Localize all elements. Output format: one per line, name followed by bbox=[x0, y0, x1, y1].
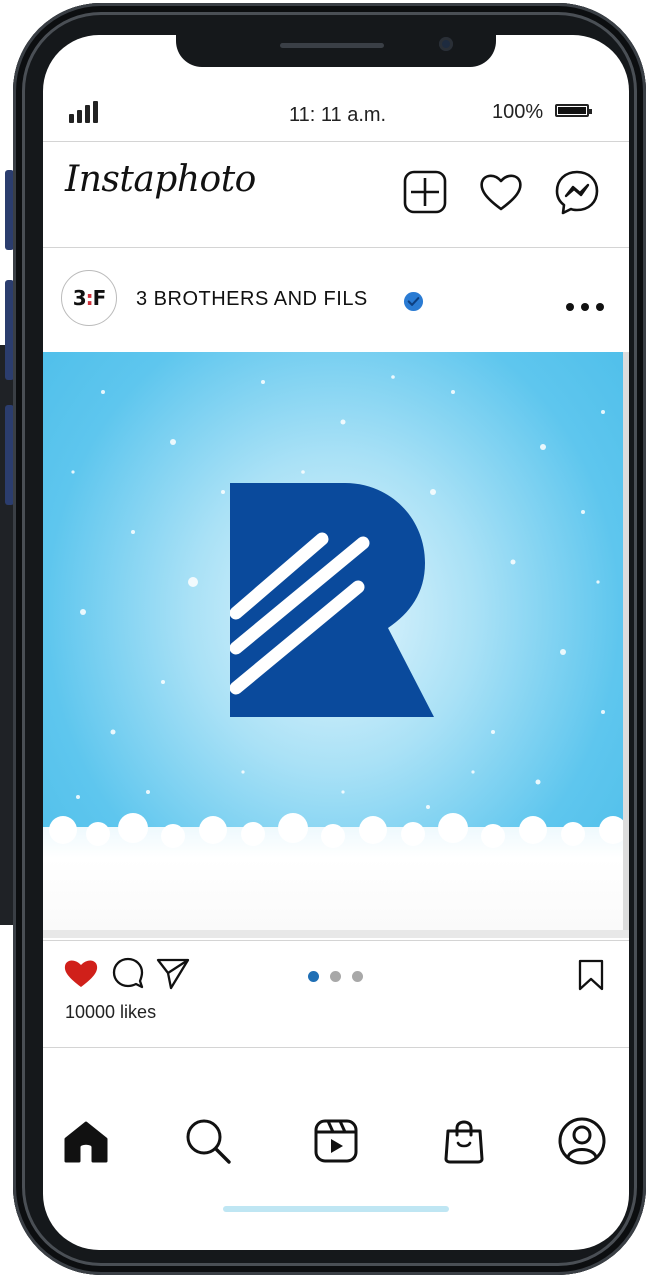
avatar[interactable]: 3:F bbox=[61, 270, 117, 326]
carousel-dot-active[interactable] bbox=[308, 971, 319, 982]
verified-badge-icon bbox=[403, 291, 424, 312]
snow-crystals-decoration bbox=[49, 813, 623, 848]
search-icon[interactable] bbox=[182, 1115, 234, 1167]
carousel-dot[interactable] bbox=[330, 971, 341, 982]
avatar-text: F bbox=[92, 286, 107, 310]
home-indicator[interactable] bbox=[223, 1206, 449, 1212]
reels-icon[interactable] bbox=[310, 1115, 362, 1167]
heart-icon[interactable] bbox=[477, 168, 525, 216]
battery-percentage: 100% bbox=[492, 101, 544, 123]
brand-logo bbox=[230, 483, 434, 717]
avatar-text: : bbox=[85, 286, 94, 310]
like-heart-icon[interactable] bbox=[63, 957, 99, 989]
carousel-dot[interactable] bbox=[352, 971, 363, 982]
more-options-icon[interactable] bbox=[563, 299, 607, 315]
bookmark-icon[interactable] bbox=[577, 958, 605, 992]
status-time: 11: 11 a.m. bbox=[289, 104, 387, 126]
comment-icon[interactable] bbox=[111, 956, 145, 990]
image-border bbox=[43, 930, 629, 938]
share-icon[interactable] bbox=[155, 955, 191, 991]
divider bbox=[43, 1047, 629, 1048]
speaker-grille bbox=[280, 43, 384, 48]
signal-icon bbox=[69, 101, 105, 123]
messenger-icon[interactable] bbox=[553, 168, 601, 216]
divider bbox=[43, 247, 629, 248]
divider bbox=[43, 141, 629, 142]
home-icon[interactable] bbox=[60, 1115, 112, 1167]
phone-notch bbox=[176, 33, 496, 67]
shop-icon[interactable] bbox=[438, 1115, 490, 1167]
post-image[interactable] bbox=[43, 352, 629, 930]
divider bbox=[43, 940, 629, 941]
app-title: Instaphoto bbox=[65, 159, 256, 200]
avatar-text: 3 bbox=[72, 286, 87, 310]
profile-icon[interactable] bbox=[556, 1115, 608, 1167]
front-camera bbox=[439, 37, 453, 51]
likes-count[interactable]: 10000 likes bbox=[65, 1002, 156, 1023]
battery-icon bbox=[555, 104, 592, 117]
phone-screen: 11: 11 a.m. 100% Instaphoto 3:F 3 BROTHE… bbox=[43, 35, 629, 1250]
account-name[interactable]: 3 BROTHERS AND FILS bbox=[136, 288, 368, 311]
add-post-icon[interactable] bbox=[401, 168, 449, 216]
